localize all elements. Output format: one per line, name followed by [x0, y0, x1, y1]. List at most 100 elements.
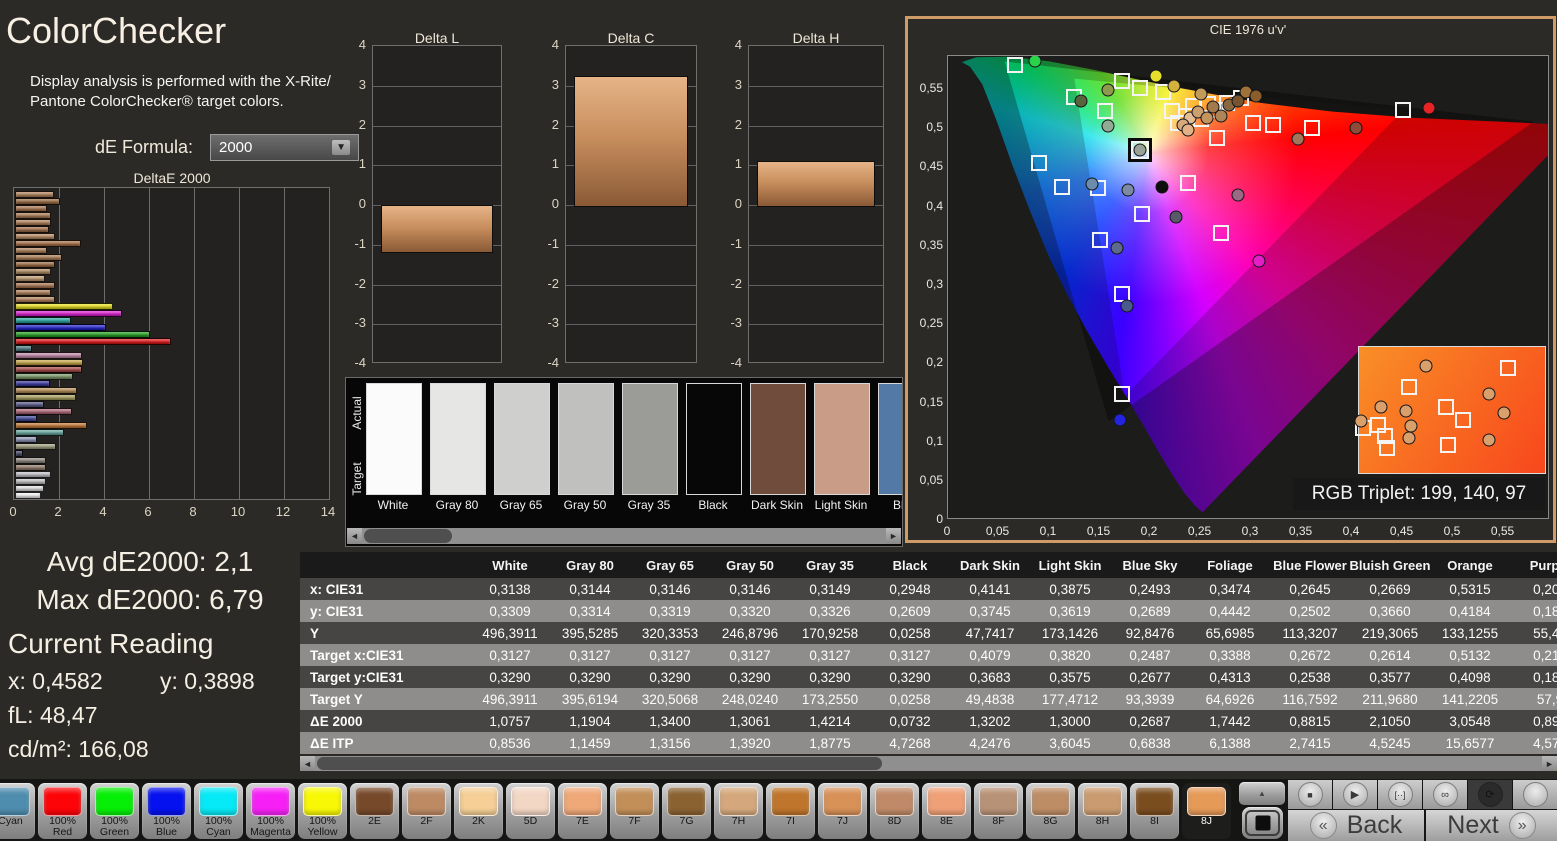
patch-button-2e[interactable]: 2E — [350, 783, 399, 839]
patch-button-7i[interactable]: 7I — [766, 783, 815, 839]
table-cell: 0,3320 — [729, 603, 771, 619]
delta-gridline — [749, 244, 883, 246]
patch-button-8i[interactable]: 8I — [1130, 783, 1179, 839]
patch-color-swatch — [1187, 787, 1226, 816]
back-button[interactable]: « Back — [1288, 810, 1424, 841]
measurement-table: White Gray 80 Gray 65 Gray 50 Gray 35 Black Da… — [300, 552, 1557, 755]
table-cell: 92,8476 — [1125, 625, 1175, 641]
cie-y-tick-label: 0,3 — [926, 277, 943, 291]
stop-square-button[interactable] — [1242, 807, 1283, 839]
scroll-up-button[interactable]: ▲ — [1239, 782, 1285, 805]
cie-measured-point — [1291, 132, 1304, 146]
swatch-scroll-thumb[interactable] — [364, 529, 452, 543]
chevron-down-icon: ▼ — [332, 140, 350, 155]
de-formula-value: 2000 — [219, 139, 253, 156]
patch-swatch — [622, 383, 678, 495]
patch-button-8j[interactable]: 8J — [1182, 783, 1231, 839]
patch-button-8g[interactable]: 8G — [1026, 783, 1075, 839]
patch-button-8e[interactable]: 8E — [922, 783, 971, 839]
deltae-bar — [15, 324, 106, 331]
patch-button-100-blue[interactable]: 100% Blue — [142, 783, 191, 839]
table-scroll-thumb[interactable] — [317, 757, 882, 770]
delta-y-tick-label: 1 — [358, 156, 366, 172]
rgb-triplet-label: RGB Triplet: 199, 140, 97 — [1293, 478, 1545, 510]
patch-button-label: 8E — [940, 815, 953, 827]
delta-y-tick-label: -3 — [730, 315, 742, 331]
patch-color-swatch — [667, 787, 706, 816]
cie-measured-point — [1074, 94, 1088, 108]
deltae-bar — [15, 457, 47, 464]
delta-y-tick-label: 0 — [358, 196, 366, 211]
table-cell: 0,4079 — [969, 647, 1011, 663]
deltae-bar — [15, 387, 77, 394]
delta-bar — [574, 75, 688, 207]
delta-chart-delta-h — [748, 45, 884, 363]
deltae-bar — [15, 443, 57, 450]
play-button[interactable]: ▶ — [1333, 780, 1377, 809]
table-row-label: y: CIE31 — [310, 603, 364, 619]
table-cell: 0,5315 — [1449, 581, 1491, 597]
patch-button-7h[interactable]: 7H — [714, 783, 763, 839]
table-row: y: CIE31 0,3309 0,3314 0,3319 0,3320 0,3326 0,… — [300, 600, 1557, 622]
table-cell: 0,0732 — [889, 713, 931, 729]
swatch-scroll-left-icon[interactable]: ◄ — [347, 528, 362, 544]
table-cell: 0,3474 — [1209, 581, 1251, 597]
deltae-bar — [15, 401, 44, 408]
cie-target-square — [1394, 102, 1411, 118]
next-button[interactable]: Next » — [1426, 810, 1557, 841]
cie-y-tick-label: 0,35 — [919, 237, 943, 252]
stop-button[interactable]: ■ — [1288, 780, 1332, 809]
table-scroll-left-icon[interactable]: ◄ — [300, 756, 315, 771]
swatch-scroll-right-icon[interactable]: ► — [886, 528, 901, 544]
patch-button-100-cyan[interactable]: 100% Cyan — [194, 783, 243, 839]
patch-button-100-red[interactable]: 100% Red — [38, 783, 87, 839]
patch-button-7g[interactable]: 7G — [662, 783, 711, 839]
cie-measured-point — [1085, 177, 1099, 191]
patch-button-8h[interactable]: 8H — [1078, 783, 1127, 839]
patch-swatch-label: Gray 50 — [563, 498, 607, 512]
patch-button-100-yellow[interactable]: 100% Yellow — [298, 783, 347, 839]
patch-color-swatch — [771, 787, 810, 816]
patch-button-cyan[interactable]: Cyan — [0, 783, 35, 839]
patch-button-100-green[interactable]: 100% Green — [90, 783, 139, 839]
deltae-bar — [15, 226, 49, 233]
patch-button-7f[interactable]: 7F — [610, 783, 659, 839]
deltae-bar — [15, 464, 47, 471]
patch-button-7e[interactable]: 7E — [558, 783, 607, 839]
deltae-bar — [15, 310, 122, 317]
table-cell: 1,3920 — [729, 735, 771, 751]
table-cell: 2,7415 — [1289, 735, 1331, 751]
cie-target-square — [1131, 80, 1148, 96]
refresh-button[interactable]: ⟳ — [1468, 780, 1512, 809]
table-scroll-right-icon[interactable]: ► — [1542, 756, 1557, 771]
cie-target-square — [1303, 120, 1320, 136]
bracket-button[interactable]: [··] — [1378, 780, 1422, 809]
table-cell: 0,3290 — [489, 669, 531, 685]
cie-x-tick-label: 0 — [943, 524, 951, 538]
back-label: Back — [1346, 811, 1403, 839]
patch-button-2f[interactable]: 2F — [402, 783, 451, 839]
cie-x-tick-label: 0,15 — [1086, 524, 1111, 538]
patch-button-5d[interactable]: 5D — [506, 783, 555, 839]
table-cell: 1,3202 — [969, 713, 1011, 729]
patch-swatch — [814, 383, 870, 495]
table-cell: 1,1459 — [569, 735, 611, 751]
cie-title: CIE 1976 u'v' — [1209, 22, 1287, 37]
swatch-scrollbar[interactable]: ◄ ► — [347, 528, 901, 544]
patch-button-7j[interactable]: 7J — [818, 783, 867, 839]
cie-measured-point — [1231, 188, 1245, 202]
patch-button-2k[interactable]: 2K — [454, 783, 503, 839]
cie-y-tick-label: 0,1 — [926, 433, 943, 448]
table-cell: 0,2487 — [1129, 647, 1171, 663]
cie-measured-point — [1169, 210, 1183, 224]
patch-swatch — [366, 383, 422, 495]
cie-target-square — [1180, 174, 1197, 191]
deltae-bar — [15, 436, 38, 443]
table-scrollbar[interactable]: ◄ ► — [300, 756, 1557, 771]
loop-button[interactable]: ∞ — [1423, 780, 1467, 809]
patch-button-100-magenta[interactable]: 100% Magenta — [246, 783, 295, 839]
blank-button[interactable] — [1513, 780, 1557, 809]
patch-swatch-label: Blue — [892, 498, 903, 512]
patch-button-8d[interactable]: 8D — [870, 783, 919, 839]
patch-button-8f[interactable]: 8F — [974, 783, 1023, 839]
